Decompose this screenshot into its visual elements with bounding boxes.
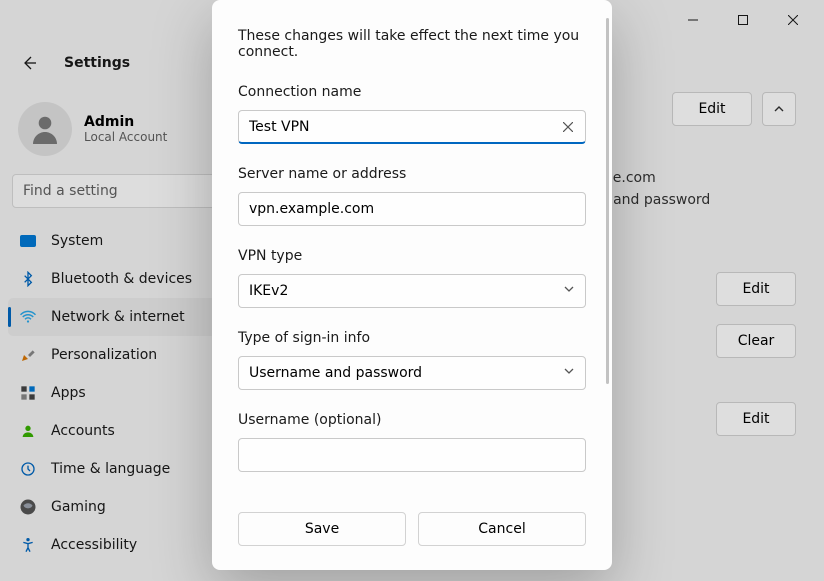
vpn-type-select[interactable]: IKEv2 [238,274,586,308]
cancel-button[interactable]: Cancel [418,512,586,546]
vpn-type-value: IKEv2 [249,283,288,299]
vpn-type-label: VPN type [238,248,586,264]
save-button[interactable]: Save [238,512,406,546]
modal-overlay: These changes will take effect the next … [0,0,824,581]
username-input[interactable] [238,438,586,472]
clear-input-button[interactable] [556,110,580,144]
dialog-notice: These changes will take effect the next … [238,28,586,60]
signin-type-label: Type of sign-in info [238,330,586,346]
connection-name-label: Connection name [238,84,586,100]
chevron-down-icon [563,283,575,299]
signin-type-select[interactable]: Username and password [238,356,586,390]
signin-type-value: Username and password [249,365,422,381]
connection-name-input[interactable] [238,110,586,144]
server-address-label: Server name or address [238,166,586,182]
chevron-down-icon [563,365,575,381]
edit-vpn-dialog: These changes will take effect the next … [212,0,612,570]
username-label: Username (optional) [238,412,586,428]
server-address-input[interactable] [238,192,586,226]
scrollbar[interactable] [606,18,609,384]
